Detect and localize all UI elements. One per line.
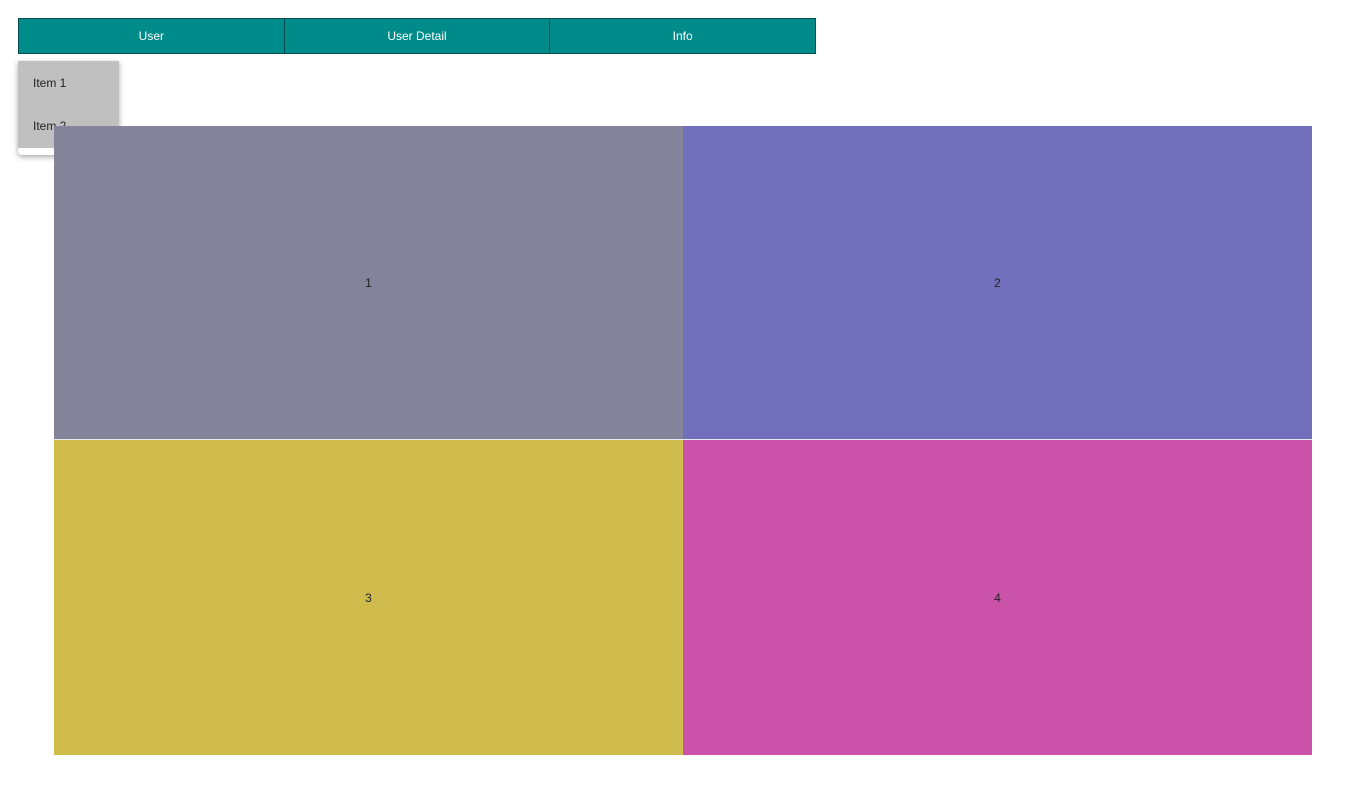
dropdown-item-1[interactable]: Item 1 xyxy=(18,61,119,104)
page: User User Detail Info Item 1 Item 2 1 2 … xyxy=(0,0,1366,801)
grid-cell-label: 2 xyxy=(994,275,1001,290)
grid-cell-3: 3 xyxy=(54,440,683,755)
content-grid: 1 2 3 4 xyxy=(54,126,1312,755)
grid-cell-label: 3 xyxy=(365,590,372,605)
grid-cell-2: 2 xyxy=(683,126,1312,440)
nav-button-user-detail[interactable]: User Detail xyxy=(284,18,551,54)
nav-button-user[interactable]: User xyxy=(18,18,285,54)
grid-cell-label: 1 xyxy=(365,275,372,290)
grid-cell-1: 1 xyxy=(54,126,683,440)
nav-button-info[interactable]: Info xyxy=(550,18,817,54)
grid-cell-4: 4 xyxy=(683,440,1312,755)
top-nav-bar: User User Detail Info xyxy=(18,18,817,54)
grid-cell-label: 4 xyxy=(994,590,1001,605)
